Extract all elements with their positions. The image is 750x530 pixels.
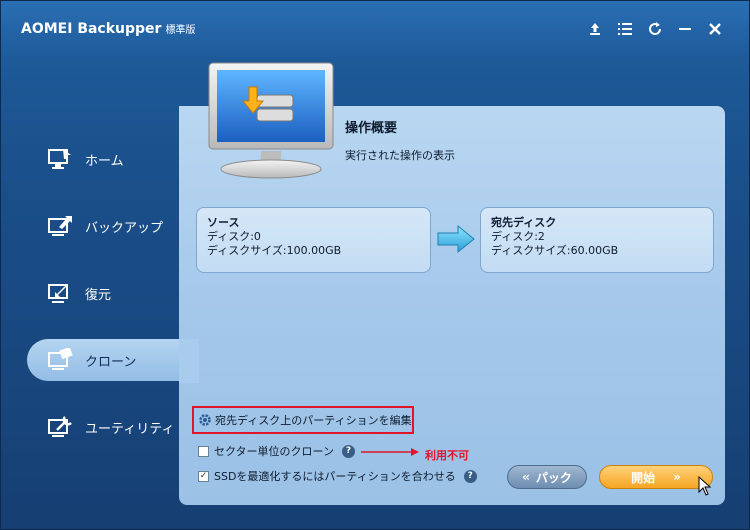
sector-clone-checkbox[interactable]: [198, 445, 209, 457]
app-window: AOMEI Backupper 標準版 ホーム バックアップ 復元 クローン ユ…: [0, 0, 750, 530]
annotation-arrow-icon: [361, 448, 419, 456]
page-subtitle: 実行された操作の表示: [345, 149, 455, 162]
source-size: ディスクサイズ:100.00GB: [207, 244, 342, 257]
edit-partitions-link[interactable]: 宛先ディスク上のパーティションを編集: [192, 406, 414, 434]
sidebar-item-label: ホーム: [85, 153, 124, 169]
sidebar-item-home[interactable]: ホーム: [27, 138, 179, 180]
page-title: 操作概要: [345, 121, 398, 136]
chevron-right-icon: »: [673, 470, 681, 484]
window-controls: [585, 19, 725, 39]
unavailable-annotation: 利用不可: [425, 449, 469, 462]
sidebar-item-utilities[interactable]: ユーティリティ: [27, 406, 179, 448]
app-title: AOMEI Backupper 標準版: [21, 21, 195, 37]
ssd-align-option: ✓ SSDを最適化するにはパーティションを合わせる ?: [198, 468, 477, 484]
source-heading: ソース: [207, 216, 240, 229]
clone-icon: [48, 348, 73, 370]
destination-disk: ディスク:2: [491, 230, 545, 243]
refresh-icon[interactable]: [645, 19, 665, 39]
title-bar: AOMEI Backupper 標準版: [1, 1, 749, 59]
sidebar: ホーム バックアップ 復元 クローン ユーティリティ: [1, 121, 179, 461]
sidebar-item-label: ユーティリティ: [85, 421, 175, 437]
sidebar-item-label: クローン: [85, 354, 137, 370]
destination-disk-card: 宛先ディスク ディスク:2 ディスクサイズ:60.00GB: [480, 207, 714, 273]
help-icon[interactable]: ?: [342, 444, 356, 458]
restore-icon: [48, 284, 68, 303]
chevron-left-icon: «: [522, 470, 530, 484]
sidebar-item-label: バックアップ: [85, 220, 164, 236]
sidebar-item-clone[interactable]: クローン: [27, 339, 179, 381]
ssd-align-checkbox[interactable]: ✓: [198, 470, 209, 482]
sidebar-item-restore[interactable]: 復元: [27, 272, 179, 314]
clone-monitor-icon: [208, 62, 334, 179]
start-button-label: 開始: [631, 470, 656, 485]
edit-partitions-label: 宛先ディスク上のパーティションを編集: [215, 414, 412, 427]
ssd-align-label: SSDを最適化するにはパーティションを合わせる: [214, 470, 456, 483]
destination-heading: 宛先ディスク: [491, 216, 557, 229]
app-edition: 標準版: [165, 25, 196, 36]
backup-icon: [48, 216, 72, 236]
sector-clone-label: セクター単位のクローン: [214, 445, 335, 458]
gear-icon: [199, 414, 211, 426]
back-button-label: パック: [535, 470, 572, 485]
back-button[interactable]: « パック: [507, 465, 587, 489]
source-disk-card: ソース ディスク:0 ディスクサイズ:100.00GB: [196, 207, 431, 273]
sector-clone-option: セクター単位のクローン ?: [198, 443, 356, 459]
sidebar-item-label: 復元: [85, 287, 112, 303]
sidebar-item-backup[interactable]: バックアップ: [27, 205, 179, 247]
arrow-right-icon: [437, 224, 475, 254]
utilities-icon: [48, 416, 72, 437]
start-button[interactable]: 開始 »: [599, 465, 713, 489]
home-icon: [48, 149, 71, 169]
source-disk: ディスク:0: [207, 230, 261, 243]
menu-icon[interactable]: [615, 19, 635, 39]
minimize-icon[interactable]: [675, 19, 695, 39]
close-icon[interactable]: [705, 19, 725, 39]
mouse-cursor-icon: [698, 476, 712, 496]
upgrade-icon[interactable]: [585, 19, 605, 39]
app-name: AOMEI Backupper: [21, 21, 162, 37]
destination-size: ディスクサイズ:60.00GB: [491, 244, 619, 257]
active-tab-connector: [179, 339, 199, 383]
help-icon[interactable]: ?: [463, 469, 477, 483]
